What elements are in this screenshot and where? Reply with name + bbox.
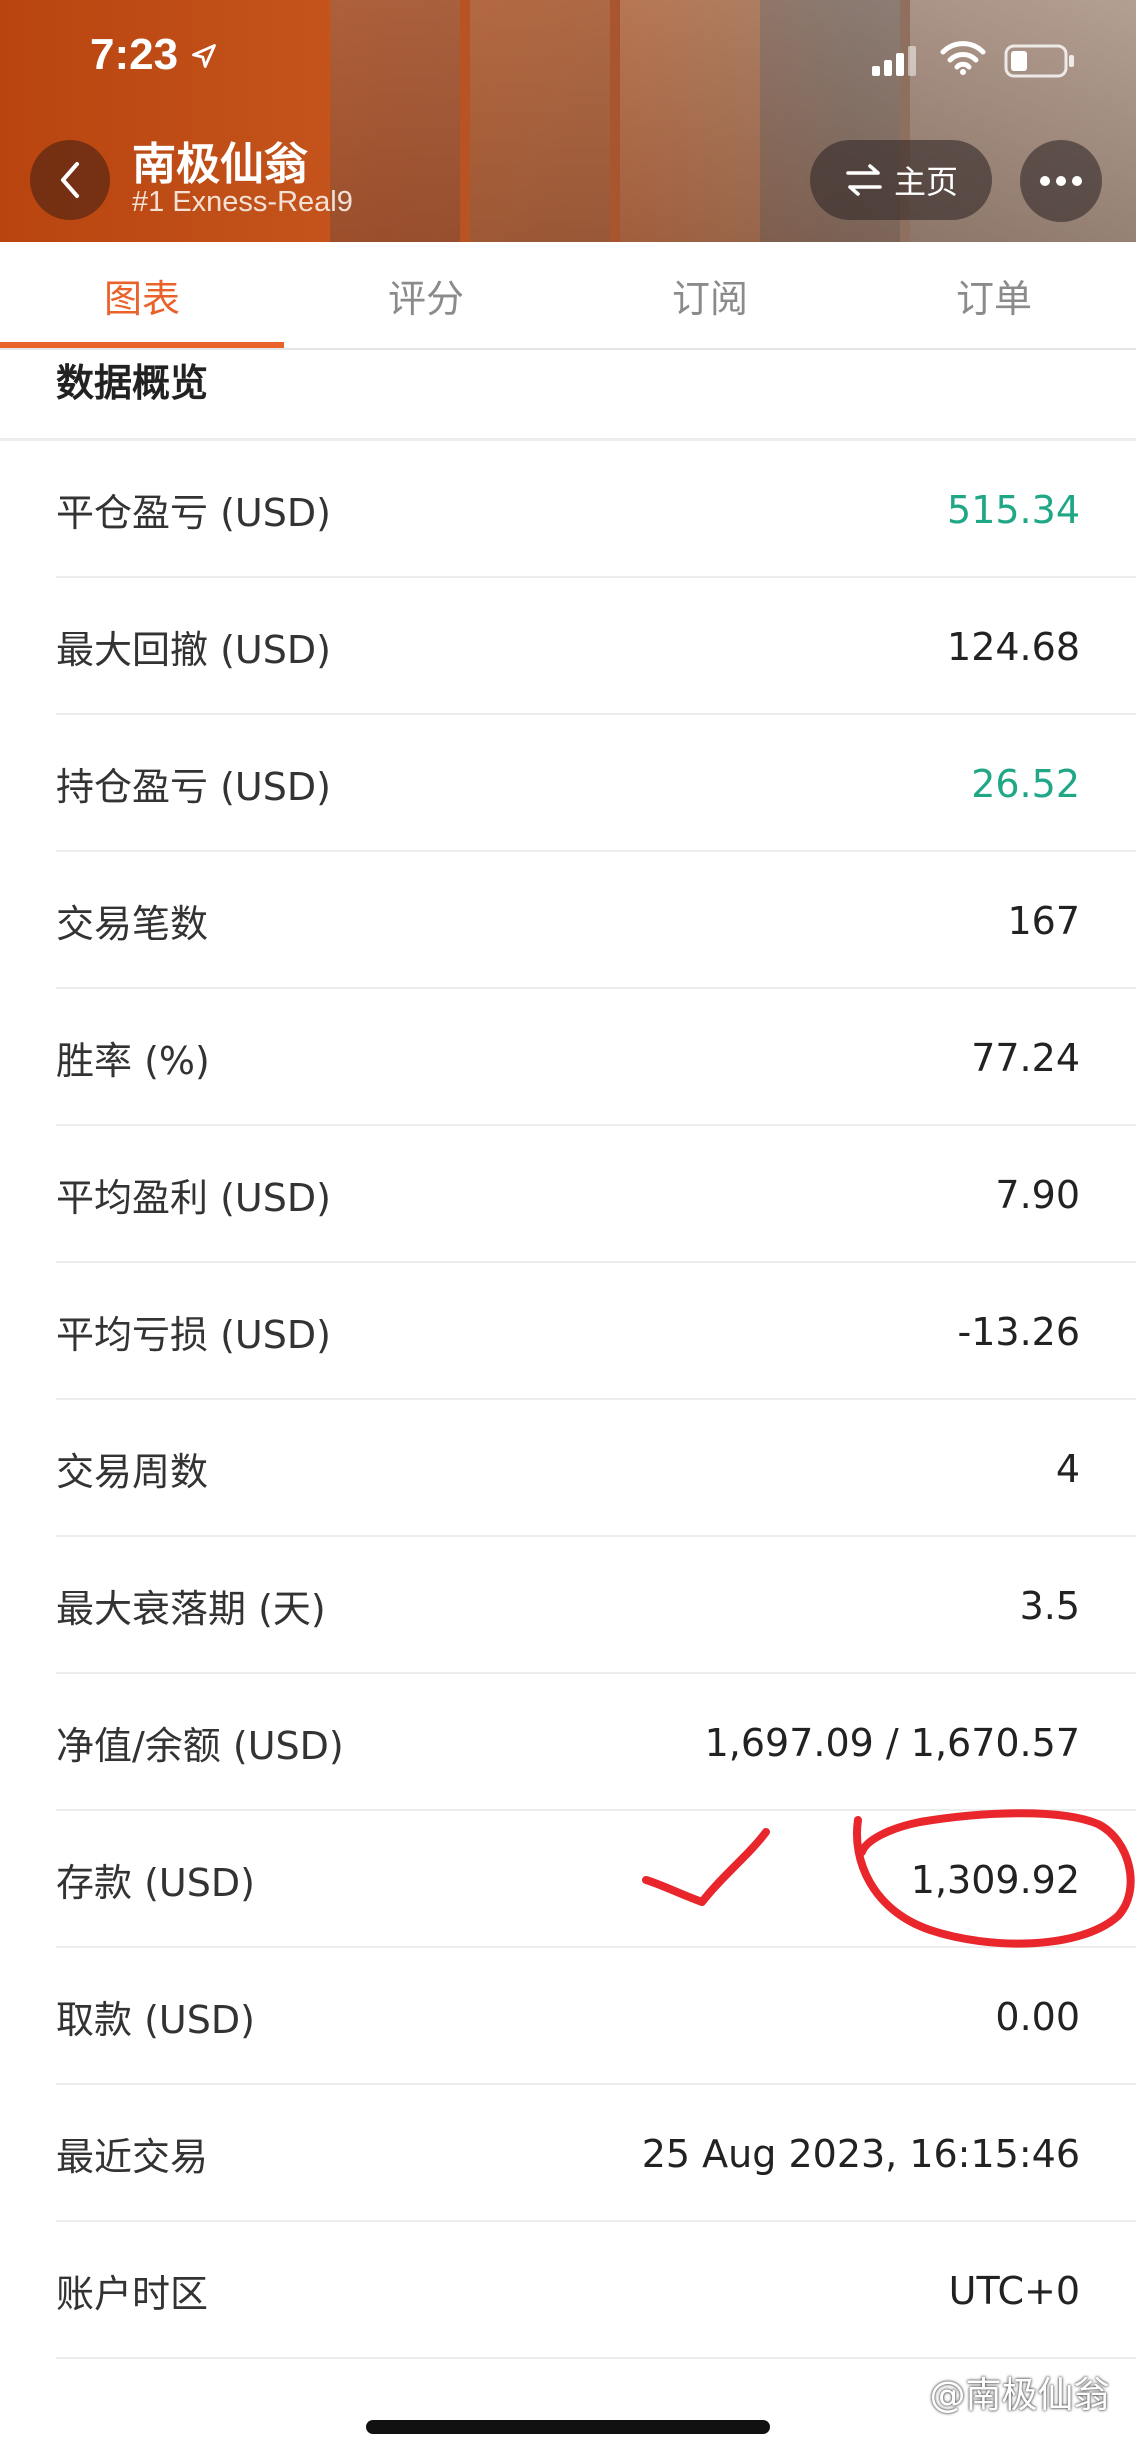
stat-row-trade-weeks: 交易周数 4	[0, 1400, 1136, 1537]
stat-row-equity-balance: 净值/余额 (USD) 1,697.09 / 1,670.57	[0, 1674, 1136, 1811]
stat-label: 最大回撤 (USD)	[56, 628, 331, 672]
stat-value: 3.5	[1019, 1583, 1080, 1628]
location-arrow-icon	[192, 44, 216, 68]
watermark: @南极仙翁	[886, 2366, 1109, 2418]
stat-row-avg-profit: 平均盈利 (USD) 7.90	[0, 1126, 1136, 1263]
chevron-left-icon	[61, 162, 79, 198]
more-button[interactable]	[1020, 140, 1102, 222]
stat-label: 平仓盈亏 (USD)	[56, 491, 331, 535]
stat-value: 77.24	[971, 1035, 1080, 1080]
stat-row-withdrawal: 取款 (USD) 0.00	[0, 1948, 1136, 2085]
stat-row-last-trade: 最近交易 25 Aug 2023, 16:15:46	[0, 2085, 1136, 2222]
stat-row-avg-loss: 平均亏损 (USD) -13.26	[0, 1263, 1136, 1400]
more-horizontal-icon	[1040, 176, 1082, 186]
wifi-icon	[940, 41, 986, 75]
stat-row-open-pnl: 持仓盈亏 (USD) 26.52	[0, 715, 1136, 852]
tab-orders[interactable]: 订单	[852, 242, 1136, 348]
tab-chart[interactable]: 图表	[0, 242, 284, 348]
stat-row-deposit: 存款 (USD) 1,309.92	[0, 1811, 1136, 1948]
home-button-label: 主页	[893, 163, 958, 201]
stat-label: 平均亏损 (USD)	[56, 1313, 331, 1357]
weibo-logo-icon	[886, 2389, 914, 2411]
row-divider	[56, 2357, 1136, 2359]
stat-label: 最近交易	[56, 2135, 209, 2179]
stat-label: 交易笔数	[56, 902, 209, 946]
cellular-signal-icon	[872, 46, 916, 76]
stat-value: 515.34	[947, 487, 1080, 532]
stat-row-max-drawdown: 最大回撤 (USD) 124.68	[0, 578, 1136, 715]
stat-value: 7.90	[995, 1172, 1080, 1217]
home-indicator[interactable]	[366, 2420, 770, 2434]
stat-value: UTC+0	[948, 2268, 1080, 2313]
tab-subscribe[interactable]: 订阅	[568, 242, 852, 348]
stat-value: 4	[1055, 1446, 1080, 1491]
stat-row-win-rate: 胜率 (%) 77.24	[0, 989, 1136, 1126]
home-button[interactable]: 主页	[810, 140, 992, 220]
stat-label: 净值/余额 (USD)	[56, 1724, 344, 1768]
stat-row-timezone: 账户时区 UTC+0	[0, 2222, 1136, 2359]
watermark-text: @南极仙翁	[929, 2375, 1110, 2416]
stat-value: 0.00	[995, 1994, 1080, 2039]
stat-value: 167	[1007, 898, 1080, 943]
status-time: 7:23	[90, 30, 179, 79]
stat-label: 取款 (USD)	[56, 1998, 255, 2042]
back-button[interactable]	[30, 140, 110, 220]
stat-row-trade-count: 交易笔数 167	[0, 852, 1136, 989]
stat-label: 账户时区	[56, 2272, 209, 2316]
swap-arrows-icon	[846, 164, 882, 196]
tab-rating[interactable]: 评分	[284, 242, 568, 348]
stat-value: 124.68	[947, 624, 1080, 669]
tab-bar: 图表 评分 订阅 订单	[0, 242, 1136, 350]
stat-value: 26.52	[971, 761, 1080, 806]
stat-label: 胜率 (%)	[56, 1039, 210, 1083]
stat-value: 1,309.92	[910, 1857, 1080, 1902]
stat-row-max-decline-period: 最大衰落期 (天) 3.5	[0, 1537, 1136, 1674]
active-tab-indicator	[0, 342, 284, 348]
battery-icon	[1004, 44, 1074, 78]
status-bar: 7:23	[0, 0, 1136, 120]
stat-value: -13.26	[957, 1309, 1081, 1354]
profile-header: 7:23 南极仙翁 #1 Exness-Real9 主页	[0, 0, 1136, 242]
stats-list: 平仓盈亏 (USD) 515.34 最大回撤 (USD) 124.68 持仓盈亏 (…	[0, 441, 1136, 2359]
account-subtitle: #1 Exness-Real9	[132, 186, 353, 218]
stat-row-closed-pnl: 平仓盈亏 (USD) 515.34	[0, 441, 1136, 578]
stat-label: 持仓盈亏 (USD)	[56, 765, 331, 809]
section-title: 数据概览	[56, 361, 209, 405]
stat-label: 平均盈利 (USD)	[56, 1176, 331, 1220]
page-title: 南极仙翁	[132, 139, 308, 190]
stat-label: 最大衰落期 (天)	[56, 1587, 326, 1631]
stat-value: 25 Aug 2023, 16:15:46	[641, 2131, 1080, 2176]
stat-label: 交易周数	[56, 1450, 209, 1494]
stat-value: 1,697.09 / 1,670.57	[704, 1720, 1080, 1765]
stat-label: 存款 (USD)	[56, 1861, 255, 1905]
